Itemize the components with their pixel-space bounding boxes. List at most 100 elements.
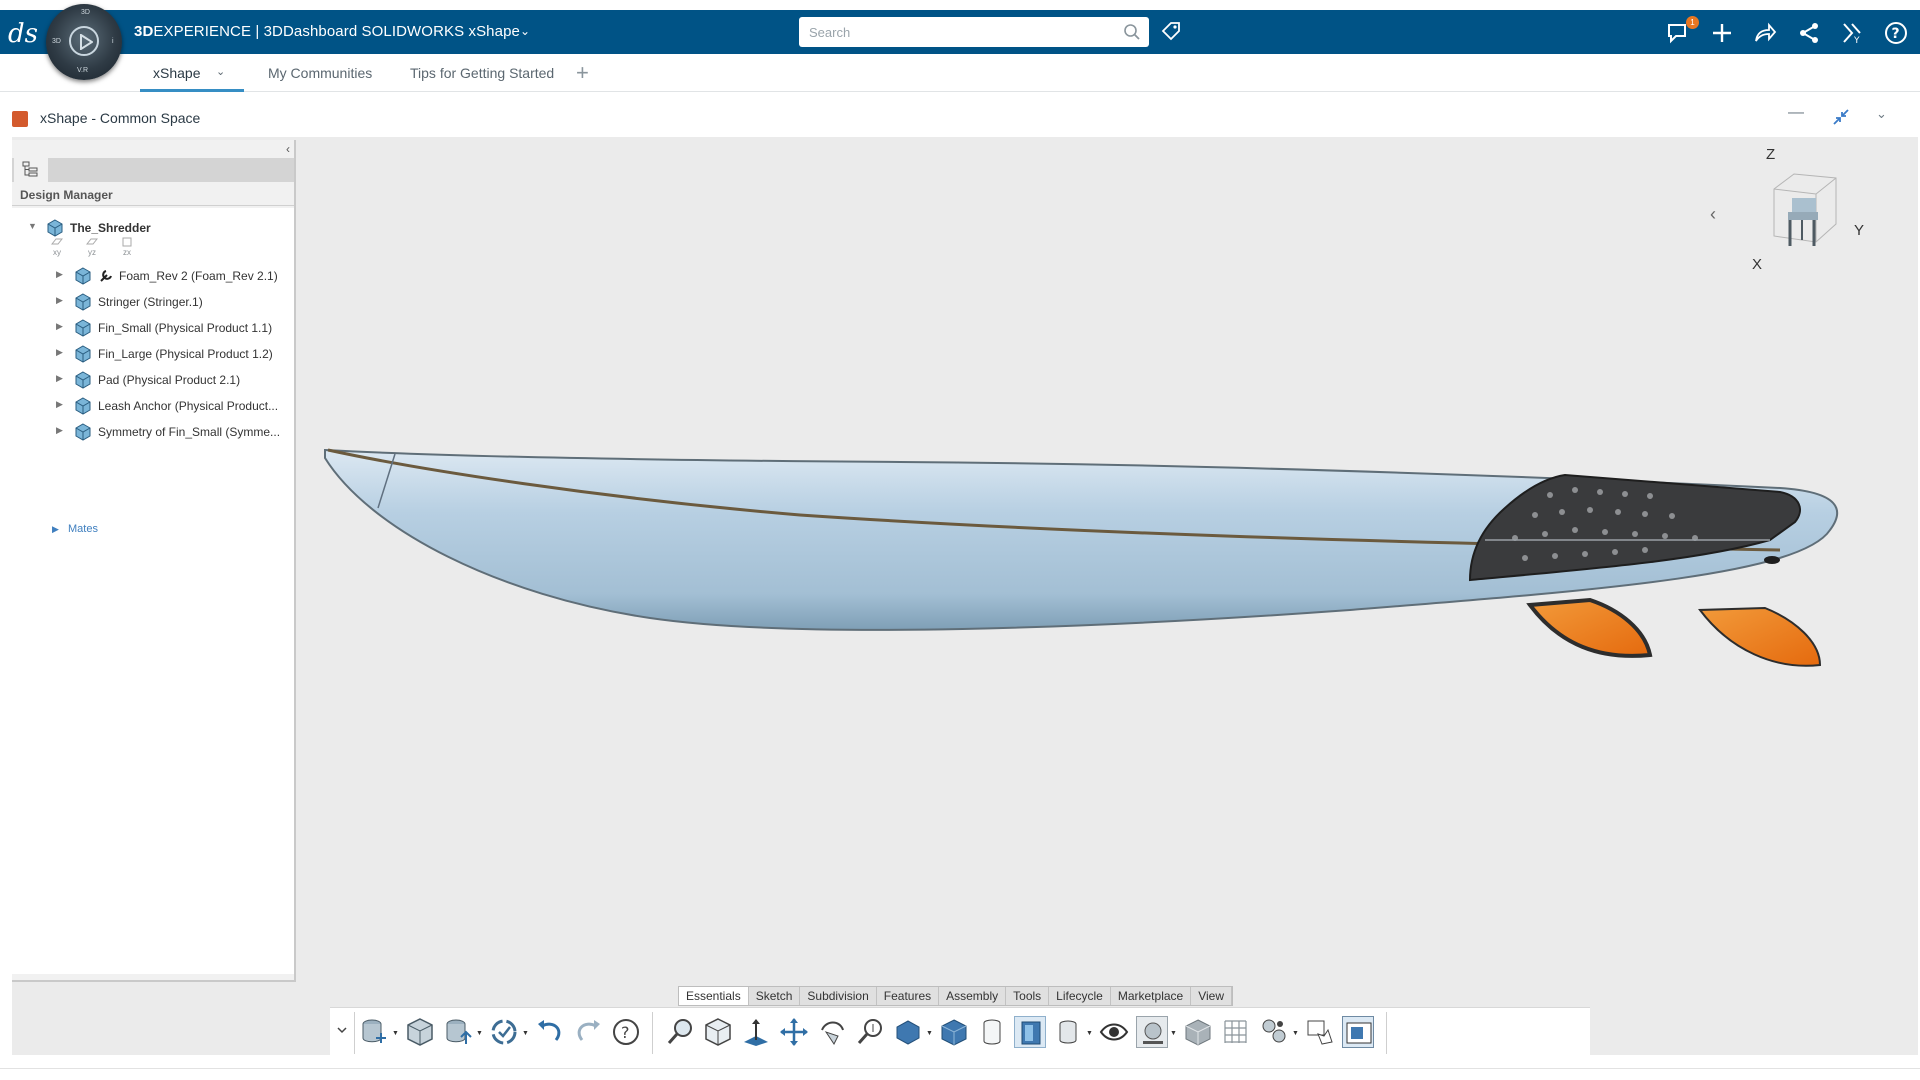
apps-compass-icon[interactable]: Y <box>1839 20 1865 46</box>
tab-my-communities[interactable]: My Communities <box>268 65 372 81</box>
share-icon[interactable] <box>1796 20 1822 46</box>
display-style-icon[interactable] <box>1014 1016 1046 1048</box>
update-icon[interactable] <box>488 1016 520 1048</box>
svg-text:ds: ds <box>8 19 38 48</box>
search-icon[interactable] <box>1123 23 1141 41</box>
axis-y-label: Y <box>1854 222 1865 239</box>
dropdown-icon[interactable]: ▼ <box>476 1030 483 1037</box>
assembly-parts-icon[interactable] <box>1258 1016 1290 1048</box>
tree-item-fin-small[interactable]: ▶ Fin_Small (Physical Product 1.1) <box>56 318 296 338</box>
widget-menu-chevron-icon[interactable]: ⌄ <box>1876 106 1887 122</box>
share-forward-icon[interactable] <box>1752 20 1778 46</box>
dropdown-icon[interactable]: ▼ <box>926 1030 933 1037</box>
cmd-tab-features[interactable]: Features <box>877 987 940 1005</box>
expand-arrow-icon[interactable]: ▶ <box>52 524 59 535</box>
part-icon[interactable] <box>404 1016 436 1048</box>
compass-play-icon[interactable] <box>69 26 99 56</box>
normal-to-icon[interactable] <box>740 1016 772 1048</box>
tree-item-stringer[interactable]: ▶ Stringer (Stringer.1) <box>56 292 296 312</box>
help-circle-icon[interactable]: ? <box>610 1016 642 1048</box>
tree-item-foam[interactable]: ▶ Foam_Rev 2 (Foam_Rev 2.1) <box>56 266 296 286</box>
cmd-tab-tools[interactable]: Tools <box>1006 987 1050 1005</box>
tree-item-fin-large[interactable]: ▶ Fin_Large (Physical Product 1.2) <box>56 344 296 364</box>
cmd-tab-view[interactable]: View <box>1191 987 1233 1005</box>
orientation-triad[interactable]: Z Y X <box>1740 146 1890 276</box>
tab-tips-for-getting-started[interactable]: Tips for Getting Started <box>410 65 554 81</box>
add-icon[interactable] <box>1709 20 1735 46</box>
expand-arrow-icon[interactable]: ▶ <box>56 321 63 332</box>
root-label: The_Shredder <box>70 221 151 235</box>
tag-icon[interactable] <box>1160 20 1182 42</box>
search-box[interactable] <box>799 17 1149 47</box>
dropdown-icon[interactable]: ▼ <box>1086 1030 1093 1037</box>
expand-arrow-icon[interactable]: ▶ <box>56 269 63 280</box>
expand-arrow-icon[interactable]: ▼ <box>28 221 37 231</box>
help-icon[interactable]: ? <box>1883 20 1909 46</box>
top-bar: ds 3DEXPERIENCE | 3DDashboard SOLIDWORKS… <box>0 10 1920 54</box>
hide-show-eye-icon[interactable] <box>1098 1016 1130 1048</box>
touch-mode-icon[interactable] <box>1304 1016 1336 1048</box>
tree-item-leash-anchor[interactable]: ▶ Leash Anchor (Physical Product... <box>56 396 296 416</box>
add-tab-icon[interactable]: + <box>576 60 589 86</box>
surfboard-model[interactable] <box>300 430 1860 720</box>
expand-arrow-icon[interactable]: ▶ <box>56 373 63 384</box>
expand-arrow-icon[interactable]: ▶ <box>56 347 63 358</box>
dassault-logo-icon[interactable]: ds <box>6 16 40 48</box>
view-previous-chevron-icon[interactable]: ‹ <box>1710 204 1716 225</box>
save-database-icon[interactable] <box>358 1016 390 1048</box>
standard-views-cube-icon[interactable] <box>702 1016 734 1048</box>
cmd-tab-sketch[interactable]: Sketch <box>749 987 801 1005</box>
tab-xshape[interactable]: xShape <box>153 65 200 81</box>
redo-icon[interactable] <box>572 1016 604 1048</box>
cylinder-icon[interactable] <box>976 1016 1008 1048</box>
dropdown-icon[interactable]: ▼ <box>1292 1030 1299 1037</box>
plane-zx-icon[interactable] <box>122 237 132 247</box>
undo-icon[interactable] <box>534 1016 566 1048</box>
cmd-tab-essentials[interactable]: Essentials <box>679 987 749 1005</box>
3d-compass[interactable]: 3D 3D i V.R <box>46 4 122 80</box>
dropdown-icon[interactable]: ▼ <box>1170 1030 1177 1037</box>
part-cube-icon <box>75 293 91 311</box>
cmd-tab-lifecycle[interactable]: Lifecycle <box>1049 987 1111 1005</box>
app-title-chevron-icon[interactable]: ⌄ <box>520 24 530 38</box>
rotate-icon[interactable] <box>816 1016 848 1048</box>
feature-tree-tab[interactable] <box>14 158 48 182</box>
collapse-panel-icon[interactable]: ‹ <box>286 142 290 156</box>
cmd-tab-marketplace[interactable]: Marketplace <box>1111 987 1192 1005</box>
tree-item-pad[interactable]: ▶ Pad (Physical Product 2.1) <box>56 370 296 390</box>
expand-arrow-icon[interactable]: ▶ <box>56 425 63 436</box>
pan-icon[interactable] <box>778 1016 810 1048</box>
tab-menu-chevron-icon[interactable]: ⌄ <box>216 65 225 78</box>
cmd-tab-subdivision[interactable]: Subdivision <box>800 987 877 1005</box>
restore-icon[interactable] <box>1832 108 1850 126</box>
minimize-icon[interactable]: — <box>1788 104 1804 122</box>
appearance-icon[interactable] <box>1136 1016 1168 1048</box>
scene-cube-icon[interactable] <box>1182 1016 1214 1048</box>
tree-item-symmetry[interactable]: ▶ Symmetry of Fin_Small (Symme... <box>56 422 296 442</box>
view-orientation-icon[interactable] <box>892 1016 924 1048</box>
view-cube-icon[interactable] <box>1754 164 1854 264</box>
tree-item-mates[interactable]: ▶ Mates <box>52 523 98 535</box>
zoom-icon[interactable] <box>854 1016 886 1048</box>
tree-root-node[interactable]: ▼ The_Shredder <box>28 218 288 238</box>
grid-icon[interactable] <box>1220 1016 1252 1048</box>
section-cylinder-icon[interactable] <box>1052 1016 1084 1048</box>
wrench-edit-icon <box>100 270 112 282</box>
plane-xy-icon[interactable] <box>51 238 63 246</box>
divider <box>12 205 294 206</box>
zoom-fit-icon[interactable] <box>664 1016 696 1048</box>
fullscreen-toggle-icon[interactable] <box>1342 1016 1374 1048</box>
import-database-icon[interactable] <box>442 1016 474 1048</box>
cmd-tab-assembly[interactable]: Assembly <box>939 987 1007 1005</box>
app-title[interactable]: 3DEXPERIENCE | 3DDashboard SOLIDWORKS xS… <box>134 23 520 40</box>
shaded-cube-icon[interactable] <box>938 1016 970 1048</box>
action-bar-menu-chevron-icon[interactable] <box>334 1016 350 1048</box>
search-input[interactable] <box>799 17 1099 47</box>
expand-arrow-icon[interactable]: ▶ <box>56 295 63 306</box>
plane-yz-icon[interactable] <box>86 238 98 246</box>
dropdown-icon[interactable]: ▼ <box>522 1030 529 1037</box>
expand-arrow-icon[interactable]: ▶ <box>56 399 63 410</box>
part-cube-icon <box>75 267 91 285</box>
part-cube-icon <box>75 371 91 389</box>
dropdown-icon[interactable]: ▼ <box>392 1030 399 1037</box>
